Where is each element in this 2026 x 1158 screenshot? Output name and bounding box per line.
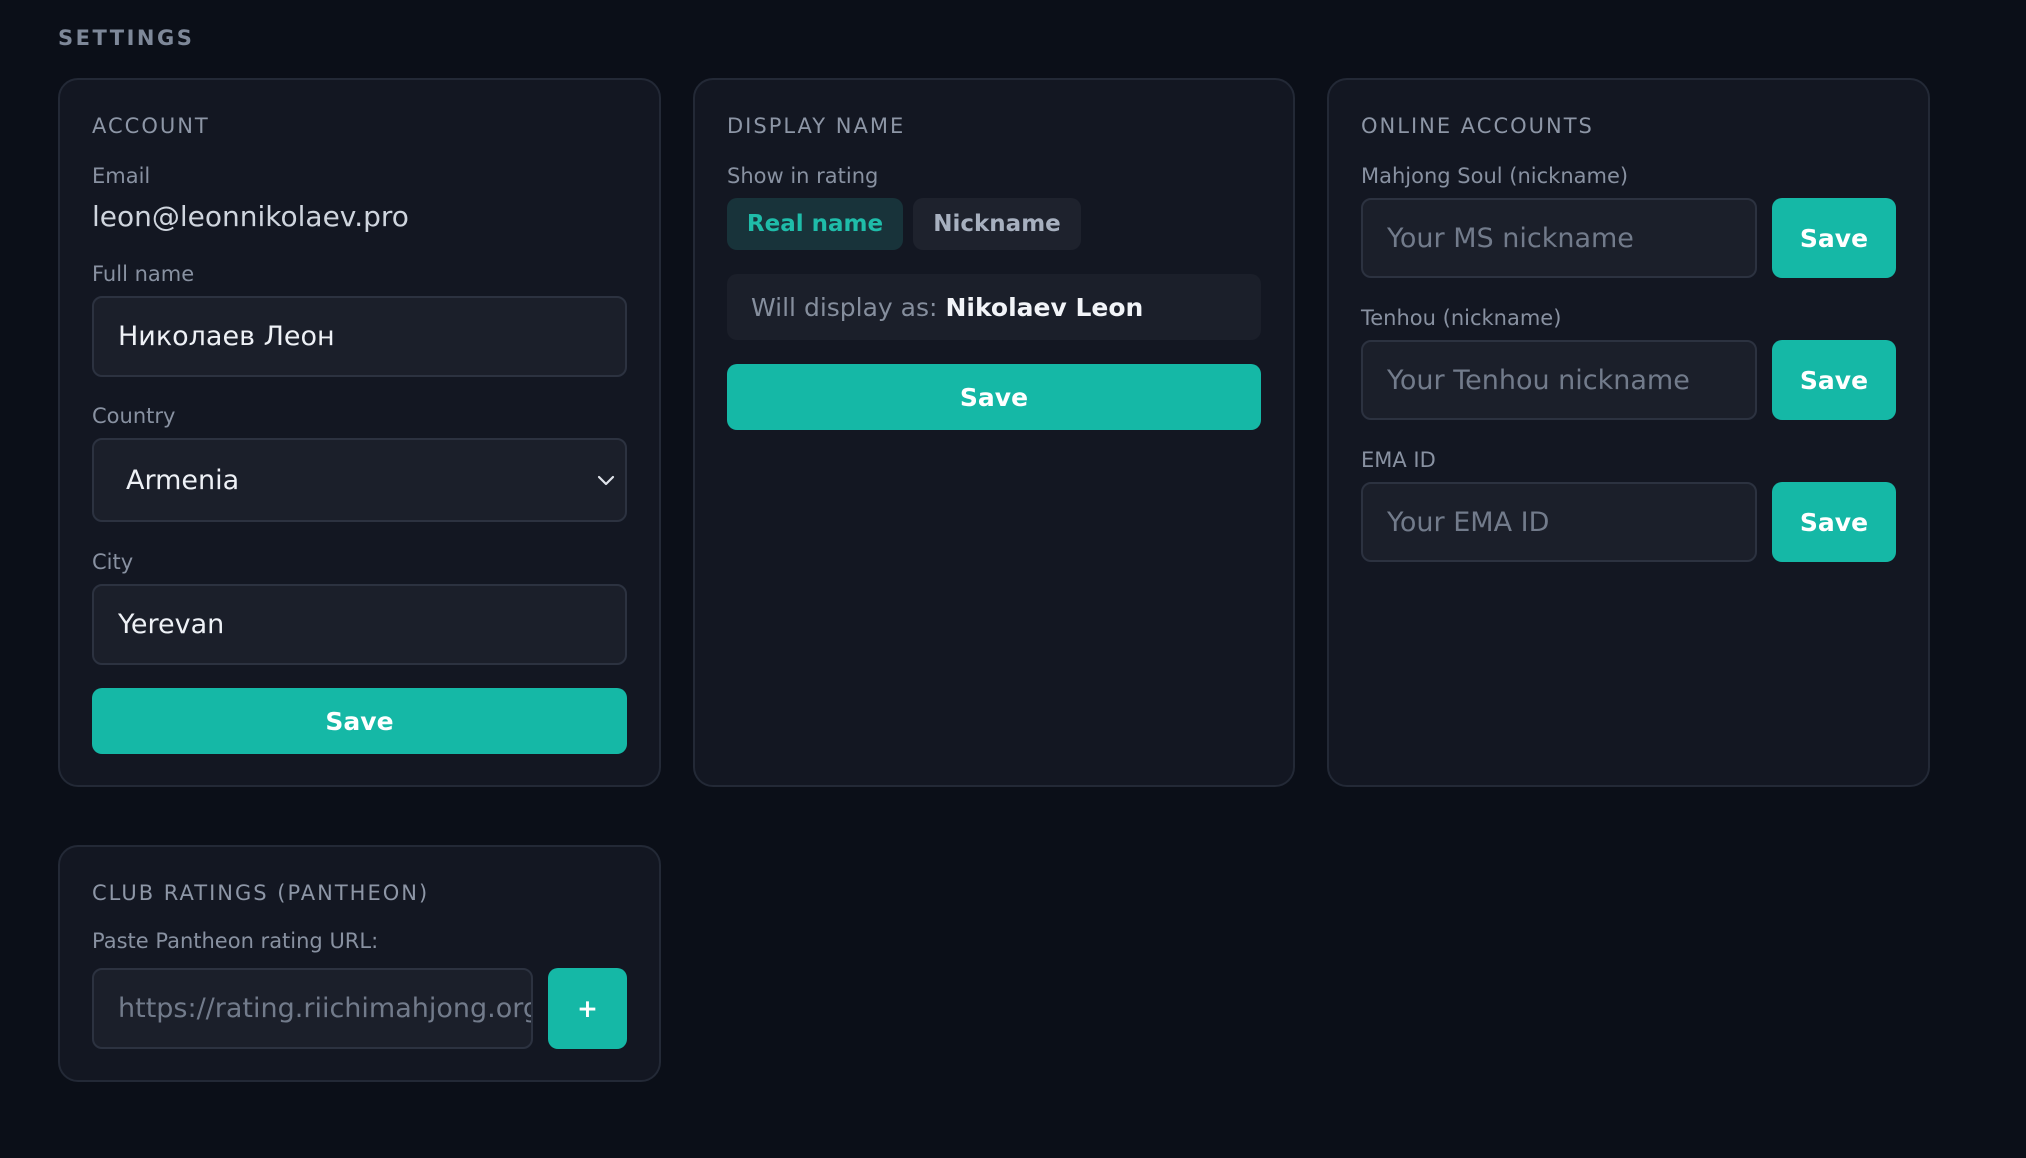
country-label: Country (92, 404, 176, 428)
pantheon-url-input[interactable] (118, 993, 531, 1024)
nickname-toggle[interactable]: Nickname (913, 198, 1081, 250)
city-value: Yerevan (118, 609, 225, 640)
tenhou-nickname-input[interactable] (1387, 364, 1755, 396)
pantheon-url-label: Paste Pantheon rating URL: (92, 929, 379, 953)
display-name-card-title: DISPLAY NAME (727, 114, 906, 138)
chevron-down-icon (597, 475, 615, 486)
country-value: Armenia (126, 464, 240, 496)
club-ratings-card-title: CLUB RATINGS (PANTHEON) (92, 881, 430, 905)
page-title: SETTINGS (58, 26, 195, 50)
tenhou-label: Tenhou (nickname) (1361, 306, 1562, 330)
ema-label: EMA ID (1361, 448, 1436, 472)
email-value: leon@leonnikolaev.pro (92, 200, 409, 233)
ms-save-button[interactable]: Save (1772, 198, 1896, 278)
display-name-save-button[interactable]: Save (727, 364, 1261, 430)
add-pantheon-url-button[interactable]: + (548, 968, 627, 1049)
ms-nickname-input[interactable] (1387, 222, 1755, 254)
ms-nickname-field[interactable] (1361, 198, 1757, 278)
display-preview-value: Nikolaev Leon (945, 292, 1144, 322)
fullname-input[interactable]: Николаев Леон (92, 296, 627, 377)
ema-id-field[interactable] (1361, 482, 1757, 562)
email-label: Email (92, 164, 151, 188)
account-save-button[interactable]: Save (92, 688, 627, 754)
city-input[interactable]: Yerevan (92, 584, 627, 665)
country-select[interactable]: Armenia (92, 438, 627, 522)
show-in-rating-label: Show in rating (727, 164, 879, 188)
city-label: City (92, 550, 134, 574)
account-card-title: ACCOUNT (92, 114, 210, 138)
online-accounts-card: ONLINE ACCOUNTS Mahjong Soul (nickname) … (1327, 78, 1930, 787)
club-ratings-card: CLUB RATINGS (PANTHEON) Paste Pantheon r… (58, 845, 661, 1082)
account-card: ACCOUNT Email leon@leonnikolaev.pro Full… (58, 78, 661, 787)
fullname-label: Full name (92, 262, 195, 286)
tenhou-save-button[interactable]: Save (1772, 340, 1896, 420)
ema-save-button[interactable]: Save (1772, 482, 1896, 562)
online-accounts-card-title: ONLINE ACCOUNTS (1361, 114, 1594, 138)
tenhou-nickname-field[interactable] (1361, 340, 1757, 420)
real-name-toggle[interactable]: Real name (727, 198, 903, 250)
display-name-card: DISPLAY NAME Show in rating Real name Ni… (693, 78, 1295, 787)
ms-label: Mahjong Soul (nickname) (1361, 164, 1629, 188)
ema-id-input[interactable] (1387, 506, 1755, 538)
display-preview-prefix: Will display as: (751, 292, 938, 322)
display-preview: Will display as: Nikolaev Leon (727, 274, 1261, 340)
fullname-value: Николаев Леон (118, 321, 335, 352)
pantheon-url-field[interactable] (92, 968, 533, 1049)
